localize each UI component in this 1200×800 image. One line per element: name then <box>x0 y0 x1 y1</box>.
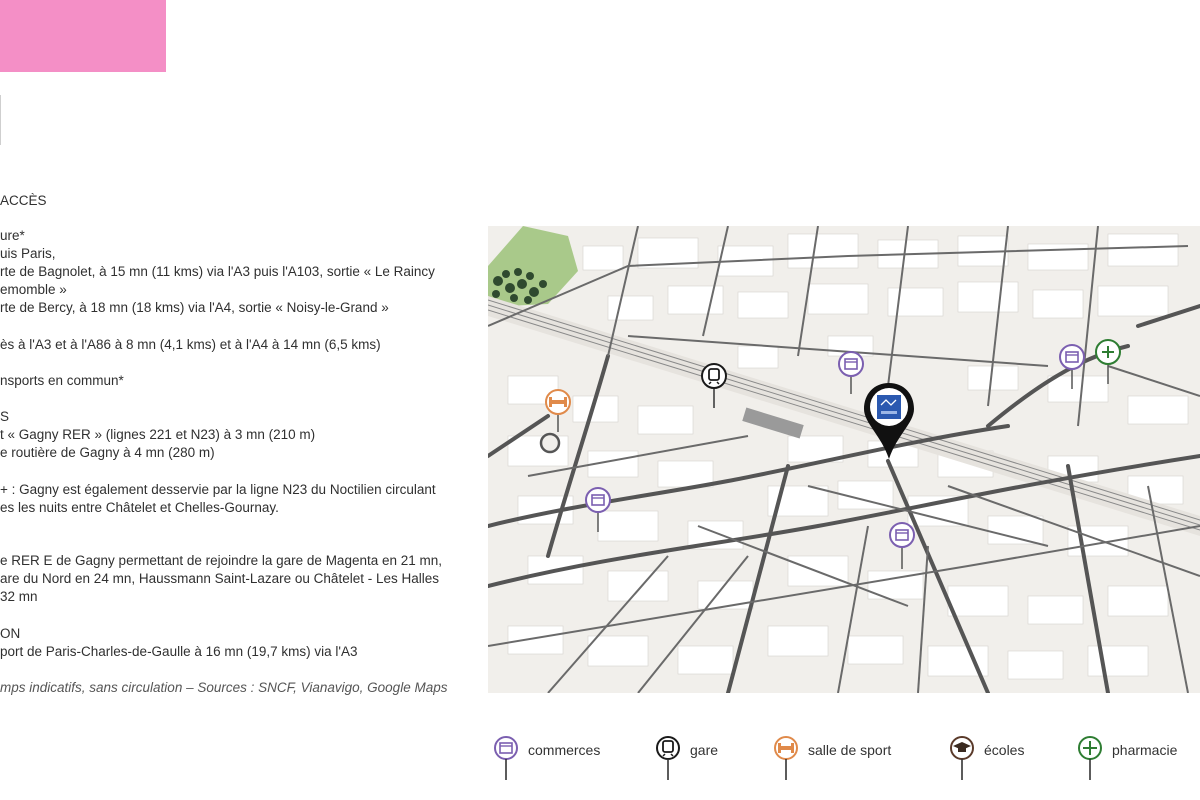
legend-label: commerces <box>528 742 601 758</box>
legend-gare: gare <box>654 730 744 782</box>
commerces-icon <box>494 736 518 780</box>
text-line: es les nuits entre Châtelet et Chelles-G… <box>0 500 279 515</box>
sources-footnote: mps indicatifs, sans circulation – Sourc… <box>0 680 448 695</box>
bus-section-title: S <box>0 409 10 424</box>
text-line: 32 mn <box>0 589 38 604</box>
ecoles-icon <box>950 736 974 780</box>
neighborhood-map <box>488 226 1200 693</box>
text-line: t « Gagny RER » (lignes 221 et N23) à 3 … <box>0 427 316 442</box>
legend-label: pharmacie <box>1112 742 1178 758</box>
legend-pharmacie: pharmacie <box>1076 730 1196 782</box>
car-section-title: ure* <box>0 228 25 243</box>
map-svg <box>488 226 1200 693</box>
legend-salle-de-sport: salle de sport <box>772 730 912 782</box>
text-line: e RER E de Gagny permettant de rejoindre… <box>0 553 443 568</box>
roundabout <box>539 432 561 454</box>
gare-icon <box>656 736 680 780</box>
divider-line <box>0 95 1 145</box>
legend-label: écoles <box>984 742 1025 758</box>
salle-de-sport-icon <box>774 736 798 780</box>
legend-ecoles: écoles <box>948 730 1048 782</box>
header-accent-block <box>0 0 166 72</box>
text-line: + : Gagny est également desservie par la… <box>0 482 436 497</box>
legend-label: gare <box>690 742 719 758</box>
text-line: rte de Bercy, à 18 mn (18 kms) via l'A4,… <box>0 300 389 315</box>
text-line: uis Paris, <box>0 246 56 261</box>
legend-commerces: commerces <box>492 730 622 782</box>
text-line: e routière de Gagny à 4 mn (280 m) <box>0 445 215 460</box>
access-heading: ACCÈS <box>0 193 47 208</box>
transport-section-title: nsports en commun* <box>0 373 124 388</box>
residence-logo-icon <box>877 395 901 419</box>
text-line: port de Paris-Charles-de-Gaulle à 16 mn … <box>0 644 358 659</box>
text-line: are du Nord en 24 mn, Haussmann Saint-La… <box>0 571 439 586</box>
text-line: rte de Bagnolet, à 15 mn (11 kms) via l'… <box>0 264 435 279</box>
text-line: emomble » <box>0 282 67 297</box>
text-line: ès à l'A3 et à l'A86 à 8 mn (4,1 kms) et… <box>0 337 381 352</box>
pharmacie-icon <box>1078 736 1102 780</box>
legend-label: salle de sport <box>808 742 892 758</box>
map-legend: commerces gare salle de sport écoles pha… <box>488 730 1200 782</box>
avion-section-title: ON <box>0 626 21 641</box>
